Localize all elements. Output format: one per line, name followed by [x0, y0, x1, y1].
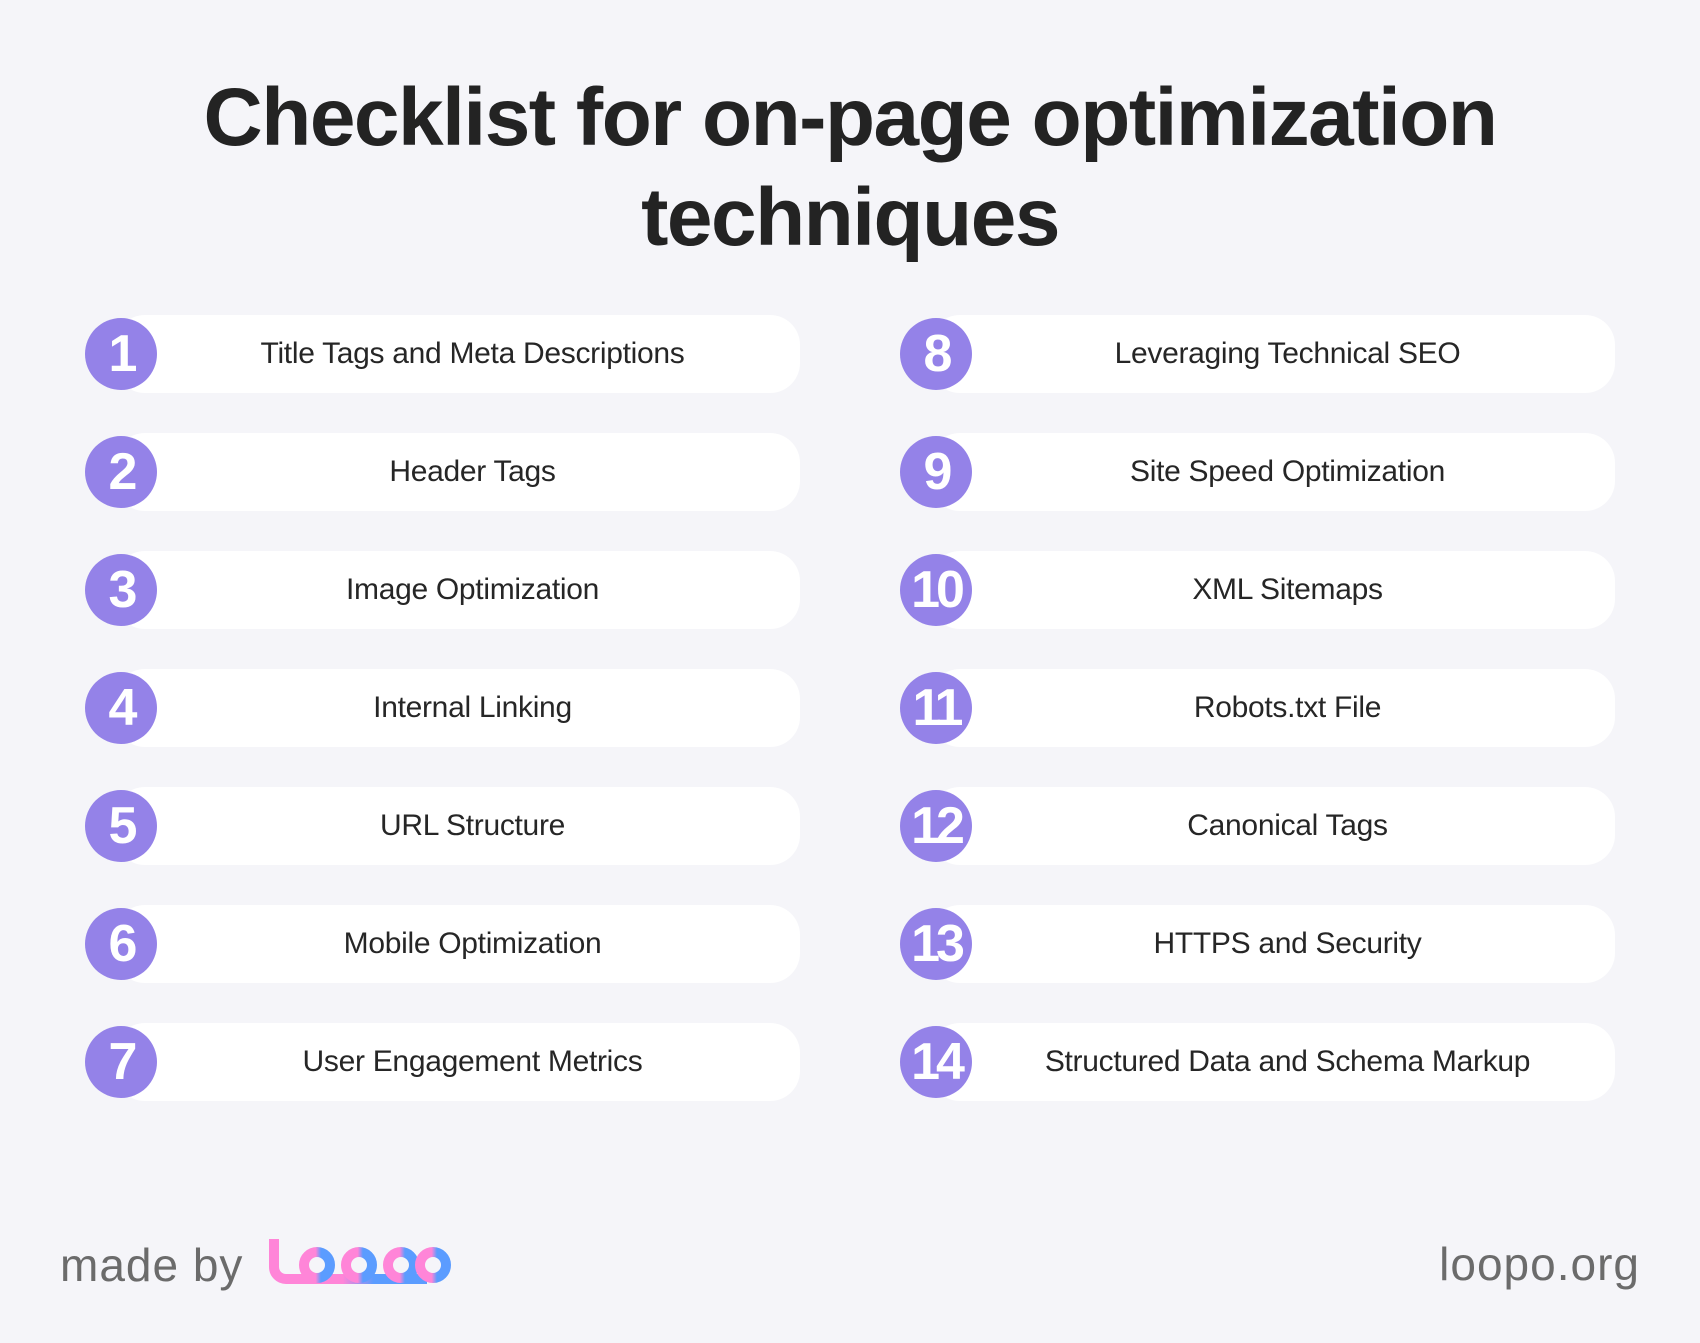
number-badge: 9: [900, 436, 972, 508]
checklist-item: 9 Site Speed Optimization: [900, 433, 1615, 511]
number-badge: 3: [85, 554, 157, 626]
item-label: Site Speed Optimization: [1130, 455, 1445, 488]
item-pill: Image Optimization: [115, 551, 800, 629]
checklist-item: 11 Robots.txt File: [900, 669, 1615, 747]
checklist-item: 12 Canonical Tags: [900, 787, 1615, 865]
item-pill: Canonical Tags: [930, 787, 1615, 865]
number-badge: 13: [900, 908, 972, 980]
checklist-item: 13 HTTPS and Security: [900, 905, 1615, 983]
item-label: URL Structure: [379, 809, 566, 842]
title-line-2: techniques: [641, 172, 1060, 263]
number-badge: 6: [85, 908, 157, 980]
item-pill: User Engagement Metrics: [115, 1023, 800, 1101]
number-badge: 2: [85, 436, 157, 508]
item-label: Structured Data and Schema Markup: [1044, 1045, 1531, 1078]
loopo-logo-icon[interactable]: [267, 1237, 452, 1293]
item-label: User Engagement Metrics: [302, 1045, 643, 1078]
item-label: Mobile Optimization: [343, 927, 602, 960]
number-badge: 7: [85, 1026, 157, 1098]
item-pill: Site Speed Optimization: [930, 433, 1615, 511]
checklist-item: 8 Leveraging Technical SEO: [900, 315, 1615, 393]
checklist-item: 4 Internal Linking: [85, 669, 800, 747]
made-by-footer: made by: [60, 1237, 452, 1293]
number-badge: 4: [85, 672, 157, 744]
item-pill: HTTPS and Security: [930, 905, 1615, 983]
number-badge: 5: [85, 790, 157, 862]
page-title: Checklist for on-page optimization techn…: [0, 68, 1700, 268]
checklist-item: 14 Structured Data and Schema Markup: [900, 1023, 1615, 1101]
number-badge: 10: [900, 554, 972, 626]
item-label: Title Tags and Meta Descriptions: [260, 337, 685, 370]
checklist-item: 10 XML Sitemaps: [900, 551, 1615, 629]
checklist-item: 5 URL Structure: [85, 787, 800, 865]
item-label: HTTPS and Security: [1153, 927, 1422, 960]
checklist-left-column: 1 Title Tags and Meta Descriptions 2 Heade…: [85, 315, 800, 1141]
item-pill: Title Tags and Meta Descriptions: [115, 315, 800, 393]
website-url[interactable]: loopo.org: [1439, 1237, 1640, 1291]
checklist-item: 2 Header Tags: [85, 433, 800, 511]
number-badge: 11: [900, 672, 972, 744]
number-badge: 1: [85, 318, 157, 390]
checklist-item: 1 Title Tags and Meta Descriptions: [85, 315, 800, 393]
item-pill: Robots.txt File: [930, 669, 1615, 747]
item-pill: Leveraging Technical SEO: [930, 315, 1615, 393]
item-label: XML Sitemaps: [1192, 573, 1383, 606]
checklist-item: 7 User Engagement Metrics: [85, 1023, 800, 1101]
item-pill: Header Tags: [115, 433, 800, 511]
item-label: Image Optimization: [345, 573, 600, 606]
item-label: Internal Linking: [373, 691, 572, 724]
item-pill: XML Sitemaps: [930, 551, 1615, 629]
item-label: Header Tags: [389, 455, 556, 488]
item-pill: Structured Data and Schema Markup: [930, 1023, 1615, 1101]
item-pill: Mobile Optimization: [115, 905, 800, 983]
item-label: Robots.txt File: [1193, 691, 1382, 724]
item-label: Canonical Tags: [1187, 809, 1388, 842]
item-pill: URL Structure: [115, 787, 800, 865]
title-line-1: Checklist for on-page optimization: [203, 72, 1498, 163]
checklist-item: 6 Mobile Optimization: [85, 905, 800, 983]
number-badge: 8: [900, 318, 972, 390]
made-by-text: made by: [60, 1239, 244, 1291]
item-label: Leveraging Technical SEO: [1114, 337, 1461, 370]
checklist-item: 3 Image Optimization: [85, 551, 800, 629]
number-badge: 14: [900, 1026, 972, 1098]
item-pill: Internal Linking: [115, 669, 800, 747]
checklist-right-column: 8 Leveraging Technical SEO 9 Site Speed Op…: [900, 315, 1615, 1141]
number-badge: 12: [900, 790, 972, 862]
